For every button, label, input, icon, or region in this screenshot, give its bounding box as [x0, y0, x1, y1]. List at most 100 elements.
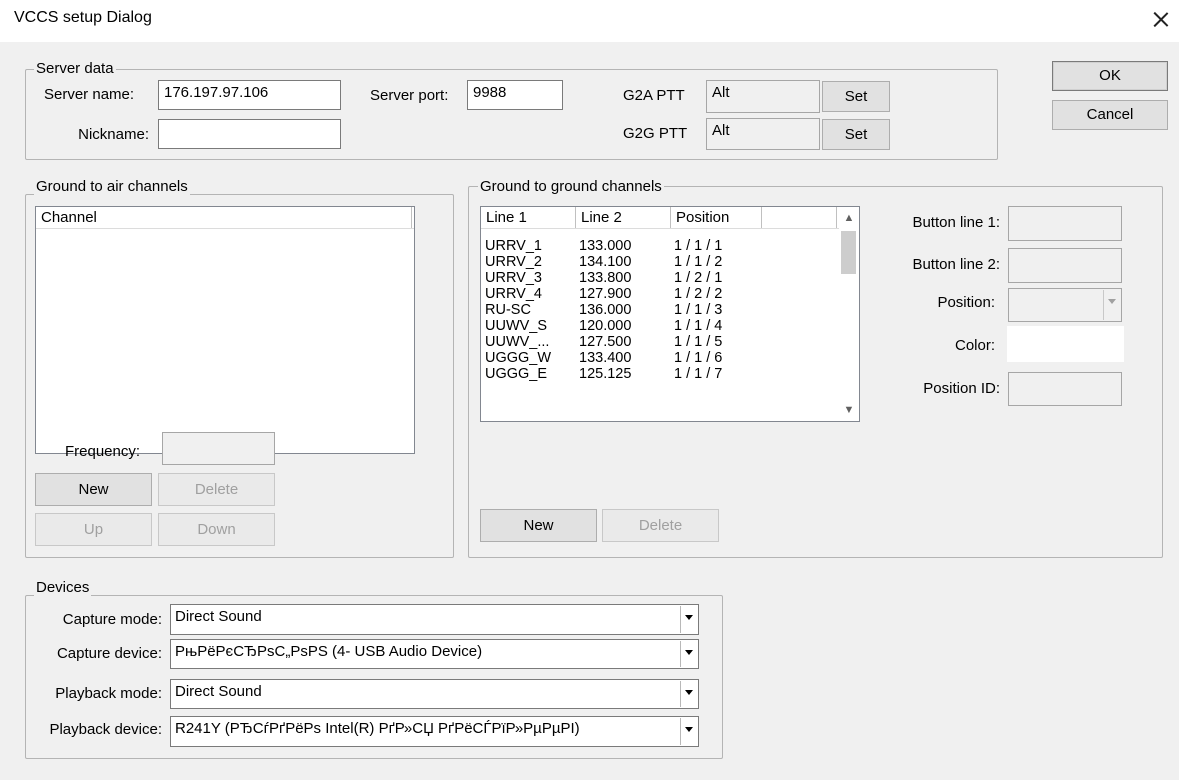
chevron-down-icon[interactable] — [1103, 290, 1120, 320]
table-row[interactable]: UUWV_S 120.000 1 / 1 / 4 — [485, 318, 837, 334]
line2-cell: 136.000 — [579, 302, 632, 318]
table-row[interactable]: UUWV_... 127.500 1 / 1 / 5 — [485, 334, 837, 350]
g2a-set-button[interactable]: Set — [822, 81, 890, 112]
chevron-down-icon[interactable] — [680, 718, 697, 745]
line1-cell: UGGG_E — [485, 366, 548, 382]
channel-list[interactable]: Channel — [35, 206, 415, 454]
g2g-list-scrollbar[interactable]: ▲ ▼ — [839, 207, 859, 421]
server-name-input[interactable]: 176.197.97.106 — [158, 80, 341, 110]
chevron-down-icon[interactable] — [680, 606, 697, 633]
title-bar: VCCS setup Dialog — [0, 0, 1179, 42]
table-row[interactable]: URRV_3 133.800 1 / 2 / 1 — [485, 270, 837, 286]
server-port-label: Server port: — [370, 87, 449, 104]
line2-cell: 127.900 — [579, 286, 632, 302]
line2-column-header[interactable]: Line 2 — [576, 207, 671, 228]
line1-cell: URRV_2 — [485, 254, 542, 270]
capture-mode-select[interactable]: Direct Sound — [170, 604, 699, 635]
nickname-input[interactable] — [158, 119, 341, 149]
position-cell: 1 / 2 / 1 — [674, 270, 723, 286]
line1-cell: URRV_3 — [485, 270, 542, 286]
position-cell: 1 / 1 / 7 — [674, 366, 723, 382]
color-label: Color: — [954, 337, 995, 354]
playback-device-label: Playback device: — [49, 721, 162, 738]
server-port-input[interactable]: 9988 — [467, 80, 563, 110]
playback-device-select[interactable]: R241Y (РЂСѓРґРёРѕ Intel(R) РґР»СЏ РґРёСЃ… — [170, 716, 699, 747]
table-row[interactable]: URRV_2 134.100 1 / 1 / 2 — [485, 254, 837, 270]
server-name-label: Server name: — [44, 86, 135, 103]
g2g-delete-button[interactable]: Delete — [602, 509, 719, 542]
capture-mode-label: Capture mode: — [62, 611, 162, 628]
position-cell: 1 / 1 / 3 — [674, 302, 723, 318]
line2-cell: 134.100 — [579, 254, 632, 270]
g2a-down-button[interactable]: Down — [158, 513, 275, 546]
position-cell: 1 / 1 / 1 — [674, 238, 723, 254]
g2g-channel-list[interactable]: Line 1 Line 2 Position URRV_1 133.000 1 / … — [480, 206, 860, 422]
window-title: VCCS setup Dialog — [14, 9, 152, 26]
channel-column-header[interactable]: Channel — [36, 207, 412, 228]
line2-cell: 133.000 — [579, 238, 632, 254]
close-icon[interactable] — [1146, 4, 1176, 34]
button-line1-label: Button line 1: — [912, 214, 1000, 231]
g2a-delete-button[interactable]: Delete — [158, 473, 275, 506]
table-row[interactable]: UGGG_W 133.400 1 / 1 / 6 — [485, 350, 837, 366]
position-cell: 1 / 1 / 4 — [674, 318, 723, 334]
button-line2-field — [1008, 248, 1122, 283]
playback-mode-value: Direct Sound — [175, 683, 262, 700]
ground-to-ground-label: Ground to ground channels — [478, 178, 664, 195]
button-line1-field — [1008, 206, 1122, 241]
position-label: Position: — [937, 294, 995, 311]
g2g-rows: URRV_1 133.000 1 / 1 / 1 URRV_2 134.100 1 / … — [485, 238, 837, 421]
line1-cell: UUWV_S — [485, 318, 548, 334]
line1-column-header[interactable]: Line 1 — [481, 207, 576, 228]
line2-cell: 133.400 — [579, 350, 632, 366]
table-row[interactable]: URRV_1 133.000 1 / 1 / 1 — [485, 238, 837, 254]
capture-device-value: РњРёРєСЂРѕС„РѕРЅ (4- USB Audio Device) — [175, 643, 483, 660]
playback-mode-select[interactable]: Direct Sound — [170, 679, 699, 709]
server-data-label: Server data — [34, 60, 116, 77]
scrollbar-thumb[interactable] — [841, 231, 856, 274]
g2g-set-button[interactable]: Set — [822, 119, 890, 150]
button-line2-label: Button line 2: — [912, 256, 1000, 273]
color-swatch[interactable] — [1007, 326, 1124, 362]
extra-column-header — [762, 207, 837, 228]
playback-device-value: R241Y (РЂСѓРґРёРѕ Intel(R) РґР»СЏ РґРёСЃ… — [175, 720, 580, 737]
nickname-label: Nickname: — [78, 126, 149, 143]
table-row[interactable]: URRV_4 127.900 1 / 2 / 2 — [485, 286, 837, 302]
scroll-up-icon[interactable]: ▲ — [839, 207, 859, 229]
g2a-up-button[interactable]: Up — [35, 513, 152, 546]
line2-cell: 127.500 — [579, 334, 632, 350]
capture-device-select[interactable]: РњРёРєСЂРѕС„РѕРЅ (4- USB Audio Device) — [170, 639, 699, 669]
capture-device-label: Capture device: — [56, 645, 162, 662]
cancel-button[interactable]: Cancel — [1052, 100, 1168, 130]
playback-mode-label: Playback mode: — [55, 685, 162, 702]
line1-cell: UUWV_... — [485, 334, 550, 350]
chevron-down-icon[interactable] — [680, 641, 697, 667]
chevron-down-icon[interactable] — [680, 681, 697, 707]
position-cell: 1 / 1 / 5 — [674, 334, 723, 350]
position-cell: 1 / 1 / 2 — [674, 254, 723, 270]
g2a-ptt-field: Alt — [706, 80, 820, 113]
capture-mode-value: Direct Sound — [175, 608, 262, 625]
g2g-list-header: Line 1 Line 2 Position — [481, 207, 839, 229]
devices-label: Devices — [34, 579, 92, 596]
g2g-new-button[interactable]: New — [480, 509, 597, 542]
line1-cell: URRV_4 — [485, 286, 542, 302]
table-row[interactable]: RU-SC 136.000 1 / 1 / 3 — [485, 302, 837, 318]
position-cell: 1 / 1 / 6 — [674, 350, 723, 366]
frequency-field — [162, 432, 275, 465]
g2a-new-button[interactable]: New — [35, 473, 152, 506]
frequency-label: Frequency: — [65, 443, 141, 460]
g2g-ptt-label: G2G PTT — [623, 125, 688, 142]
ground-to-air-label: Ground to air channels — [34, 178, 190, 195]
position-id-field — [1008, 372, 1122, 406]
line2-cell: 125.125 — [579, 366, 632, 382]
ok-button[interactable]: OK — [1052, 61, 1168, 91]
line2-cell: 120.000 — [579, 318, 632, 334]
g2a-ptt-label: G2A PTT — [623, 87, 685, 104]
position-column-header[interactable]: Position — [671, 207, 762, 228]
scroll-down-icon[interactable]: ▼ — [839, 399, 859, 421]
line1-cell: UGGG_W — [485, 350, 552, 366]
position-select[interactable] — [1008, 288, 1122, 322]
position-cell: 1 / 2 / 2 — [674, 286, 723, 302]
table-row[interactable]: UGGG_E 125.125 1 / 1 / 7 — [485, 366, 837, 382]
